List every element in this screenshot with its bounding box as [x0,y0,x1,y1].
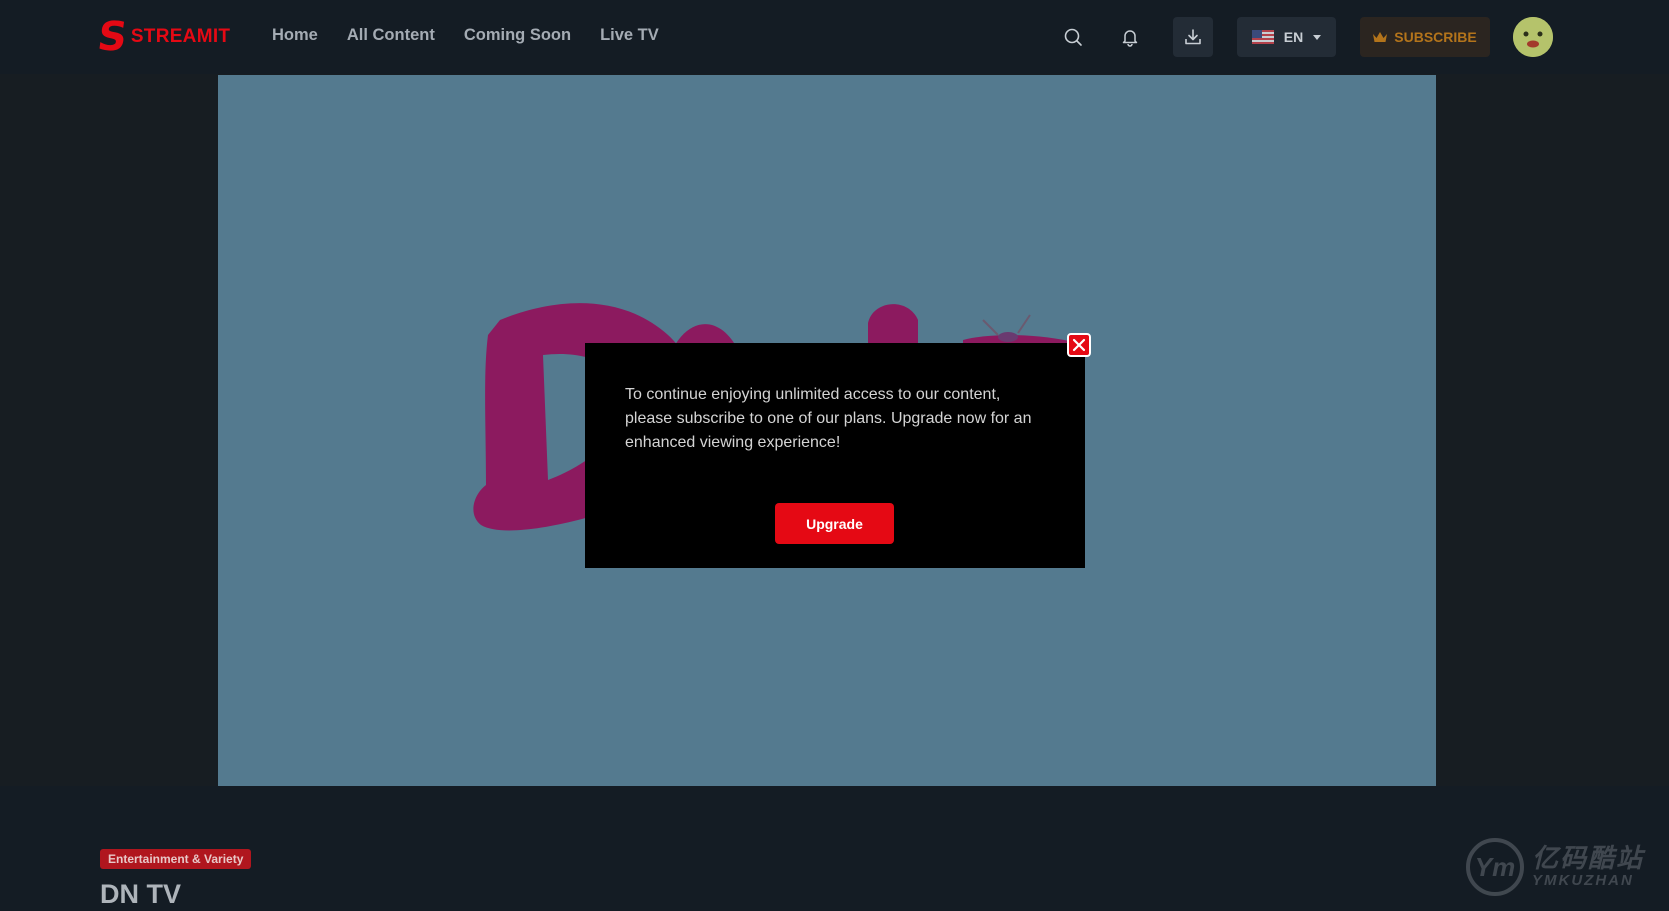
download-button[interactable] [1173,17,1213,57]
bell-icon [1122,30,1138,47]
modal-close-button[interactable] [1067,333,1091,357]
language-label: EN [1283,29,1304,45]
watermark-logo-icon: Ym [1466,838,1524,896]
watermark-text: 亿码酷站 YMKUZHAN [1532,844,1644,890]
us-flag-icon [1251,30,1274,44]
language-selector[interactable]: EN [1237,17,1336,57]
upgrade-button[interactable]: Upgrade [775,503,894,544]
watermark-cn: 亿码酷站 [1532,843,1645,873]
streamit-logo[interactable]: S STREAMIT [94,14,231,60]
notification-button[interactable] [1117,24,1143,50]
close-icon [1072,338,1086,352]
crown-icon [1373,31,1388,42]
subscribe-button[interactable]: SUBSCRIBE [1360,17,1490,57]
logo-text: STREAMIT [130,26,231,47]
genre-badge[interactable]: Entertainment & Variety [100,849,252,869]
search-button[interactable] [1060,24,1086,50]
logo-letter: S [94,14,131,60]
watermark-mark: Ym [1474,851,1516,882]
subscription-modal: To continue enjoying unlimited access to… [585,343,1085,568]
nav-home[interactable]: Home [272,26,318,45]
search-icon [1064,28,1082,46]
site-watermark: Ym 亿码酷站 YMKUZHAN [1466,838,1644,896]
top-header: S STREAMIT Home All Content Coming Soon … [0,0,1669,74]
nav-live-tv[interactable]: Live TV [600,26,659,45]
nav-all-content[interactable]: All Content [347,26,435,45]
modal-message: To continue enjoying unlimited access to… [625,386,1032,451]
user-avatar[interactable] [1513,17,1553,57]
main-nav: Home All Content Coming Soon Live TV [272,26,659,45]
caret-down-icon [1313,34,1322,40]
avatar-face-icon [1513,17,1553,57]
nav-coming-soon[interactable]: Coming Soon [464,26,571,45]
content-title: DN TV [100,879,181,909]
watermark-en: YMKUZHAN [1532,872,1634,889]
subscribe-label: SUBSCRIBE [1394,29,1477,45]
download-icon [1185,29,1201,45]
